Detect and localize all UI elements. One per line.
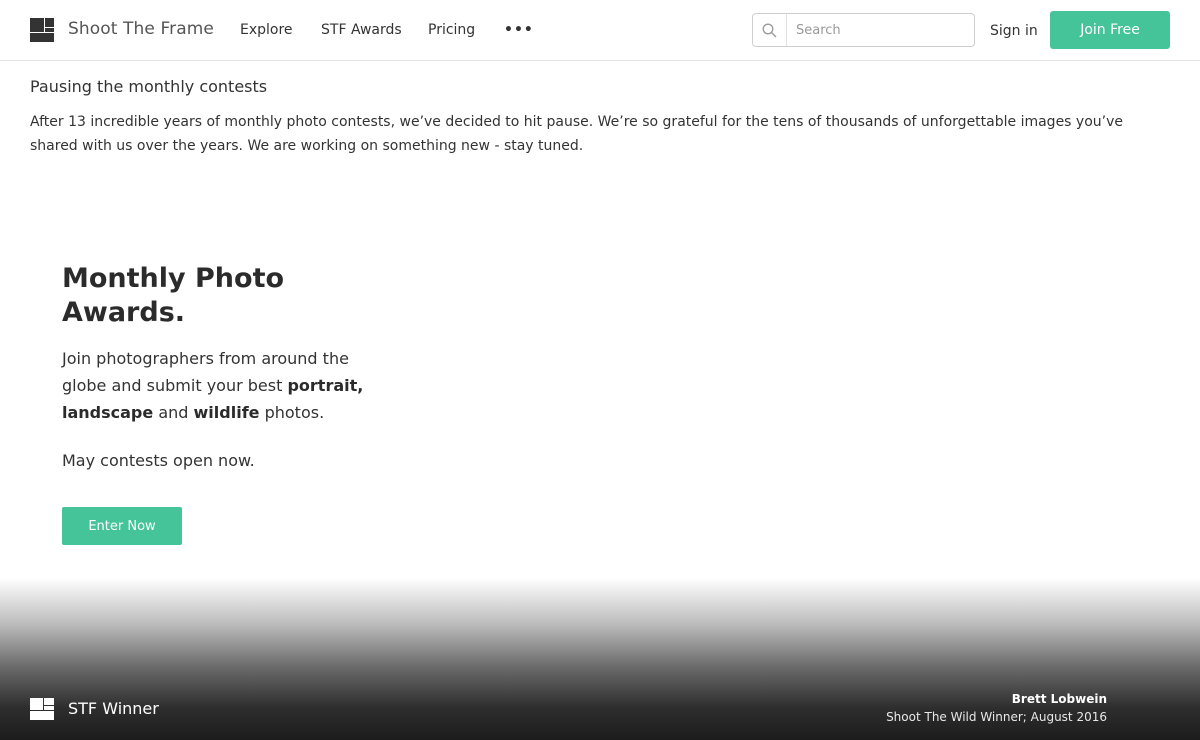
more-dots-icon[interactable]: ••• bbox=[504, 22, 534, 38]
notice-body: After 13 incredible years of monthly pho… bbox=[30, 114, 1123, 154]
join-free-button[interactable]: Join Free bbox=[1050, 11, 1170, 49]
top-nav-bar: Shoot The Frame Explore STF Awards Prici… bbox=[0, 0, 1200, 61]
hero-description: Join photographers from around the globe… bbox=[62, 345, 372, 426]
brand-name[interactable]: Shoot The Frame bbox=[68, 19, 214, 39]
photo-credit-subtitle: Shoot The Wild Winner; August 2016 bbox=[886, 710, 1107, 724]
photo-credit-name[interactable]: Brett Lobwein bbox=[1012, 692, 1107, 706]
hero-text-part: and bbox=[153, 403, 194, 422]
hero-title: Monthly Photo Awards. bbox=[62, 263, 285, 328]
stf-logo-icon[interactable] bbox=[30, 18, 54, 42]
search-box bbox=[752, 13, 975, 47]
hero-bold-portrait: portrait, bbox=[287, 376, 364, 395]
hero-text-part: photos. bbox=[259, 403, 325, 422]
stf-winner-label: STF Winner bbox=[68, 699, 159, 718]
contests-open-text: May contests open now. bbox=[62, 451, 255, 470]
search-icon[interactable] bbox=[753, 14, 787, 46]
stf-winner-logo-icon bbox=[30, 698, 54, 720]
sign-in-link[interactable]: Sign in bbox=[990, 23, 1038, 39]
nav-pricing[interactable]: Pricing bbox=[428, 22, 475, 38]
hero-bold-landscape: landscape bbox=[62, 403, 154, 422]
nav-stf-awards[interactable]: STF Awards bbox=[321, 22, 402, 38]
nav-explore[interactable]: Explore bbox=[240, 22, 293, 38]
enter-now-button[interactable]: Enter Now bbox=[62, 507, 182, 545]
notice-title: Pausing the monthly contests bbox=[30, 77, 268, 96]
hero-bold-wildlife: wildlife bbox=[193, 403, 260, 422]
search-input[interactable] bbox=[787, 15, 967, 45]
